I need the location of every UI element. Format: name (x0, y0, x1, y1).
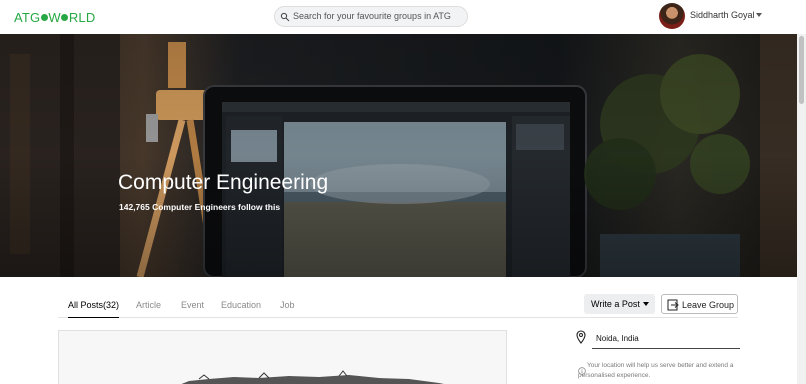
user-name[interactable]: Siddharth Goyal (690, 10, 755, 20)
write-post-button[interactable]: Write a Post (584, 294, 655, 314)
post-image (59, 331, 506, 384)
location-note: Your location will help us serve better … (578, 362, 734, 379)
tab-education[interactable]: Education (221, 300, 261, 310)
search-icon (280, 9, 290, 27)
group-title: Computer Engineering (118, 171, 329, 194)
logo-dot (40, 14, 48, 21)
location-input[interactable]: Noida, India (596, 334, 639, 343)
search-placeholder: Search for your favourite groups in ATG (293, 11, 451, 21)
search-input[interactable]: Search for your favourite groups in ATG (274, 6, 468, 27)
atg-logo[interactable]: ATG W RLD (14, 10, 95, 25)
group-banner (0, 34, 797, 277)
scrollbar-thumb[interactable] (799, 36, 804, 104)
logo-globe-icon (61, 14, 69, 21)
logo-text-right: W (48, 10, 61, 25)
location-pin-icon (576, 330, 586, 349)
tab-all-posts[interactable]: All Posts(32) (68, 300, 120, 318)
leave-group-label: Leave Group (682, 300, 735, 310)
location-underline (592, 348, 740, 349)
write-post-label: Write a Post (591, 299, 640, 309)
group-followers: 142,765 Computer Engineers follow this (119, 202, 281, 212)
top-navbar: ATG W RLD Search for your favourite groups… (0, 0, 806, 34)
tab-job[interactable]: Job (280, 300, 295, 310)
chevron-down-icon (643, 302, 649, 306)
tab-event[interactable]: Event (181, 300, 204, 310)
leave-group-button[interactable]: Leave Group (661, 294, 738, 314)
logo-text-tail: RLD (68, 10, 96, 25)
leave-icon (667, 298, 679, 316)
banner-overlay (0, 34, 797, 277)
avatar[interactable] (659, 3, 685, 29)
post-card[interactable] (58, 330, 507, 384)
logo-text-left: ATG (14, 10, 41, 25)
tab-article[interactable]: Article (136, 300, 161, 310)
chevron-down-icon[interactable] (756, 13, 762, 17)
